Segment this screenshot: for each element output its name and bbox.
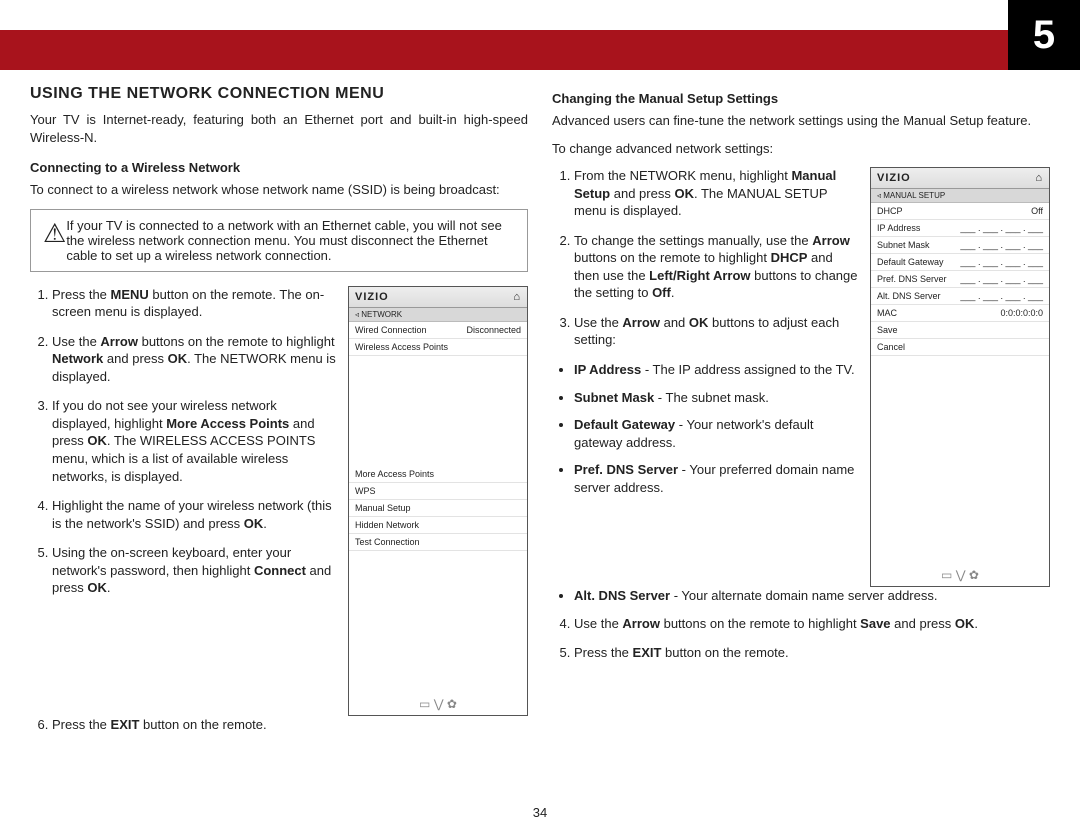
vizio-header: VIZIO ⌂ [349, 287, 527, 308]
vizio-header: VIZIO ⌂ [871, 168, 1049, 189]
cell: WPS [355, 486, 376, 496]
list-item: Subnet Mask - The subnet mask. [574, 389, 860, 407]
vizio-footer-icons: ▭ ⋁ ✿ [871, 568, 1049, 582]
list-item: Alt. DNS Server - Your alternate domain … [574, 587, 1050, 605]
right-column: Changing the Manual Setup Settings Advan… [552, 85, 1050, 745]
list-item: Use the Arrow buttons on the remote to h… [52, 333, 338, 386]
list-item: Highlight the name of your wireless netw… [52, 497, 338, 532]
connect-steps-cont: Press the EXIT button on the remote. [52, 716, 528, 734]
list-item: Pref. DNS Server - Your preferred domain… [574, 461, 860, 496]
vizio-row: DHCPOff [871, 203, 1049, 220]
cell: Wired Connection [355, 325, 427, 335]
list-item: Use the Arrow buttons on the remote to h… [574, 615, 1050, 633]
vizio-row: Manual Setup [349, 500, 527, 517]
vizio-manual-setup-menu: VIZIO ⌂ ◃ MANUAL SETUP DHCPOffIP Address… [870, 167, 1050, 587]
subheading-manual-setup: Changing the Manual Setup Settings [552, 91, 1050, 106]
vizio-row: Cancel [871, 339, 1049, 356]
cell: Hidden Network [355, 520, 419, 530]
list-item: To change the settings manually, use the… [574, 232, 860, 302]
left-column: USING THE NETWORK CONNECTION MENU Your T… [30, 85, 528, 745]
vizio-row: Save [871, 322, 1049, 339]
cell: Test Connection [355, 537, 420, 547]
section-title: USING THE NETWORK CONNECTION MENU [30, 85, 528, 103]
list-item: Using the on-screen keyboard, enter your… [52, 544, 338, 597]
settings-bullets: IP Address - The IP address assigned to … [574, 361, 860, 496]
page-content: USING THE NETWORK CONNECTION MENU Your T… [30, 85, 1050, 745]
cell: Disconnected [466, 325, 521, 335]
sub2-intro1: Advanced users can fine-tune the network… [552, 112, 1050, 130]
header-red-bar [0, 30, 1080, 70]
vizio-row: MAC0:0:0:0:0:0 [871, 305, 1049, 322]
vizio-network-menu: VIZIO ⌂ ◃ NETWORK Wired Connection Disco… [348, 286, 528, 716]
home-icon: ⌂ [513, 291, 521, 303]
callout-text: If your TV is connected to a network wit… [66, 218, 515, 263]
manual-steps: From the NETWORK menu, highlight Manual … [574, 167, 860, 349]
settings-bullets-cont: Alt. DNS Server - Your alternate domain … [574, 587, 1050, 605]
vizio-row: More Access Points [349, 466, 527, 483]
manual-steps-cont: Use the Arrow buttons on the remote to h… [574, 615, 1050, 662]
sub2-intro2: To change advanced network settings: [552, 140, 1050, 158]
warning-callout: ⚠ If your TV is connected to a network w… [30, 209, 528, 272]
list-item: Press the MENU button on the remote. The… [52, 286, 338, 321]
list-item: From the NETWORK menu, highlight Manual … [574, 167, 860, 220]
page-number-badge: 5 [1008, 0, 1080, 70]
list-item: If you do not see your wireless network … [52, 397, 338, 485]
intro-text: Your TV is Internet-ready, featuring bot… [30, 111, 528, 146]
list-item: Press the EXIT button on the remote. [52, 716, 528, 734]
sub1-intro: To connect to a wireless network whose n… [30, 181, 528, 199]
vizio-row: IP Address___ . ___ . ___ . ___ [871, 220, 1049, 237]
list-item: Press the EXIT button on the remote. [574, 644, 1050, 662]
list-item: Default Gateway - Your network's default… [574, 416, 860, 451]
warning-icon: ⚠ [43, 218, 66, 263]
vizio-row: WPS [349, 483, 527, 500]
vizio-brand: VIZIO [877, 172, 911, 184]
vizio-breadcrumb: ◃ MANUAL SETUP [871, 189, 1049, 203]
vizio-breadcrumb: ◃ NETWORK [349, 308, 527, 322]
vizio-footer-icons: ▭ ⋁ ✿ [349, 697, 527, 711]
connect-steps: Press the MENU button on the remote. The… [52, 286, 338, 716]
list-item: IP Address - The IP address assigned to … [574, 361, 860, 379]
vizio-row: Default Gateway___ . ___ . ___ . ___ [871, 254, 1049, 271]
cell: More Access Points [355, 469, 434, 479]
vizio-row: Wireless Access Points [349, 339, 527, 356]
list-item: Use the Arrow and OK buttons to adjust e… [574, 314, 860, 349]
vizio-row: Wired Connection Disconnected [349, 322, 527, 339]
page-footer-number: 34 [533, 805, 547, 820]
cell: Manual Setup [355, 503, 411, 513]
cell: Wireless Access Points [355, 342, 448, 352]
subheading-connecting: Connecting to a Wireless Network [30, 160, 528, 175]
vizio-brand: VIZIO [355, 291, 389, 303]
vizio-row: Test Connection [349, 534, 527, 551]
home-icon: ⌂ [1035, 172, 1043, 184]
vizio-row: Subnet Mask___ . ___ . ___ . ___ [871, 237, 1049, 254]
vizio-row: Hidden Network [349, 517, 527, 534]
vizio-row: Alt. DNS Server___ . ___ . ___ . ___ [871, 288, 1049, 305]
vizio-row: Pref. DNS Server___ . ___ . ___ . ___ [871, 271, 1049, 288]
